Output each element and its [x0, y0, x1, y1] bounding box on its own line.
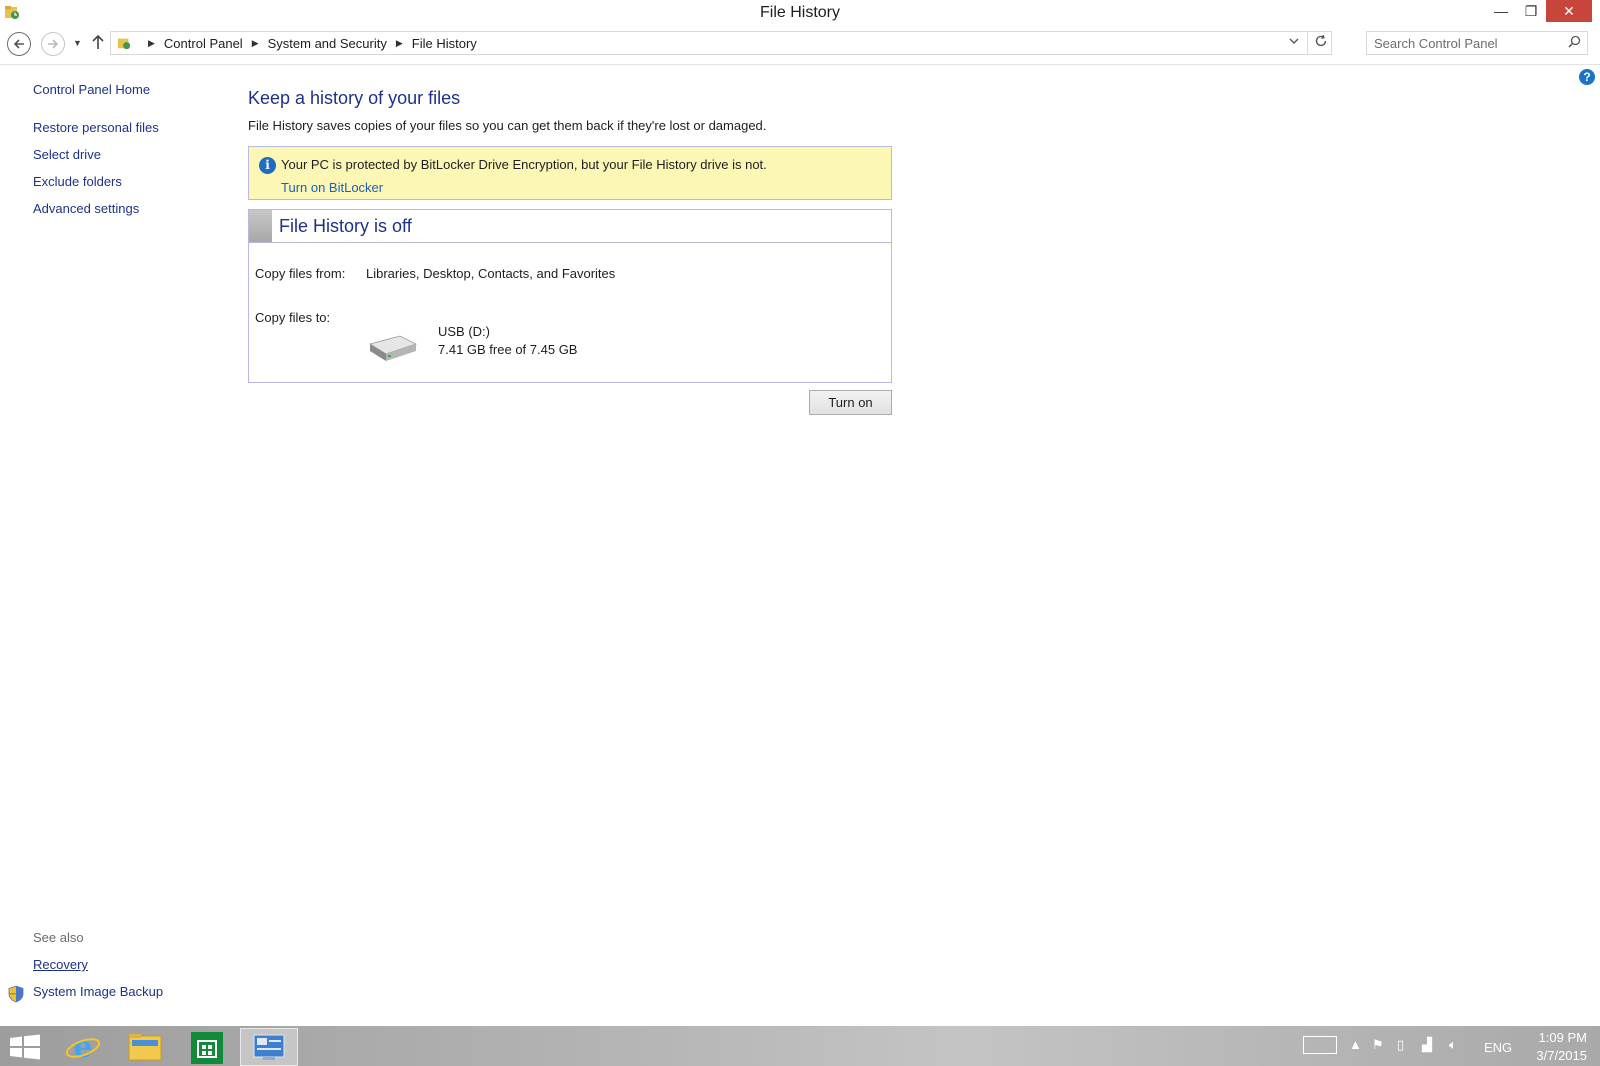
breadcrumb: ▶ Control Panel ▶ System and Security ▶ …	[139, 36, 477, 51]
clock-date[interactable]: 3/7/2015	[1521, 1048, 1587, 1063]
see-also-label: See also	[33, 930, 84, 945]
address-dropdown-chevron-icon[interactable]	[1289, 35, 1299, 49]
recent-locations-chevron-icon[interactable]: ▼	[73, 38, 82, 48]
see-also-section: See also Recovery System Image Backup	[33, 930, 233, 999]
task-links: Restore personal files Select drive Excl…	[33, 120, 233, 228]
breadcrumb-file-history[interactable]: File History	[412, 36, 477, 51]
turn-on-bitlocker-link[interactable]: Turn on BitLocker	[281, 180, 383, 195]
clock-time[interactable]: 1:09 PM	[1527, 1030, 1587, 1045]
close-button[interactable]: ✕	[1546, 0, 1592, 22]
search-box[interactable]	[1366, 31, 1588, 55]
maximize-button[interactable]: ❐	[1516, 0, 1546, 22]
info-icon: i	[259, 157, 276, 174]
main-content: Keep a history of your files File Histor…	[248, 88, 898, 415]
svg-text:e: e	[73, 1030, 92, 1065]
page-description: File History saves copies of your files …	[248, 118, 767, 133]
address-bar[interactable]: ▶ Control Panel ▶ System and Security ▶ …	[110, 31, 1332, 55]
drive-free-space: 7.41 GB free of 7.45 GB	[438, 342, 578, 357]
sidebar-item-restore-personal-files[interactable]: Restore personal files	[33, 120, 233, 147]
taskbar-internet-explorer[interactable]: e	[54, 1028, 112, 1066]
help-icon[interactable]: ?	[1579, 69, 1595, 85]
bitlocker-info-bar: i Your PC is protected by BitLocker Driv…	[248, 146, 892, 200]
sidebar-item-exclude-folders[interactable]: Exclude folders	[33, 174, 233, 201]
network-signal-icon[interactable]: ▟	[1422, 1037, 1432, 1053]
see-also-system-image-backup-link[interactable]: System Image Backup	[33, 984, 233, 999]
forward-arrow-icon	[48, 39, 59, 49]
copy-from-label: Copy files from:	[255, 266, 346, 281]
control-panel-home-link[interactable]: Control Panel Home	[33, 82, 233, 97]
uac-shield-icon	[8, 985, 24, 1003]
usb-drive-icon	[369, 335, 418, 361]
info-bar-message: Your PC is protected by BitLocker Drive …	[281, 157, 767, 172]
status-header: File History is off	[249, 210, 891, 243]
status-title: File History is off	[279, 216, 412, 236]
turn-on-button[interactable]: Turn on	[809, 390, 892, 415]
search-input[interactable]	[1367, 32, 1557, 54]
address-divider-line	[0, 64, 1600, 65]
drive-name: USB (D:)	[438, 324, 490, 339]
see-also-recovery-link[interactable]: Recovery	[33, 957, 233, 984]
file-explorer-icon	[128, 1034, 162, 1061]
breadcrumb-chevron-icon[interactable]: ▶	[148, 38, 155, 49]
copy-to-label: Copy files to:	[255, 310, 331, 325]
address-row: ▼ ▶ Control Panel ▶ System and Security …	[0, 28, 1600, 62]
taskbar-control-panel[interactable]	[240, 1028, 298, 1066]
control-panel-icon	[253, 1034, 285, 1060]
back-button[interactable]	[7, 32, 31, 56]
minimize-button[interactable]: —	[1486, 0, 1516, 22]
touch-keyboard-icon[interactable]	[1303, 1036, 1337, 1054]
internet-explorer-icon: e	[65, 1030, 101, 1065]
store-icon	[191, 1032, 223, 1064]
taskbar-store[interactable]	[178, 1028, 236, 1066]
left-navigation: Control Panel Home Restore personal file…	[33, 82, 233, 228]
search-icon[interactable]	[1568, 35, 1581, 51]
back-arrow-icon	[13, 39, 24, 49]
copy-from-value: Libraries, Desktop, Contacts, and Favori…	[366, 266, 616, 281]
file-history-status-panel: File History is off Copy files from: Lib…	[248, 209, 892, 383]
action-center-flag-icon[interactable]: ⚑	[1372, 1037, 1384, 1053]
title-bar: File History — ❐ ✕	[0, 0, 1600, 26]
taskbar-file-explorer[interactable]	[116, 1028, 174, 1066]
breadcrumb-system-and-security[interactable]: System and Security	[268, 36, 387, 51]
address-divider	[1307, 32, 1308, 54]
input-language-indicator[interactable]: ENG	[1484, 1040, 1512, 1055]
sidebar-item-advanced-settings[interactable]: Advanced settings	[33, 201, 233, 228]
show-hidden-icons-chevron-icon[interactable]: ▲	[1349, 1037, 1362, 1052]
refresh-icon[interactable]	[1314, 34, 1328, 51]
start-windows-icon[interactable]	[8, 1034, 42, 1060]
status-indicator	[249, 210, 272, 242]
up-arrow-icon[interactable]	[92, 34, 104, 55]
volume-icon[interactable]: 🔈︎	[1449, 1037, 1457, 1053]
taskbar: e ▲ ⚑ ▯ ▟ 🔈︎ ENG 1:09 PM 3/7/2015	[0, 1026, 1600, 1066]
location-folder-icon	[117, 38, 131, 50]
breadcrumb-chevron-icon[interactable]: ▶	[252, 38, 259, 49]
breadcrumb-control-panel[interactable]: Control Panel	[164, 36, 243, 51]
battery-icon[interactable]: ▯	[1397, 1037, 1404, 1053]
forward-button[interactable]	[41, 32, 65, 56]
breadcrumb-chevron-icon[interactable]: ▶	[396, 38, 403, 49]
sidebar-item-select-drive[interactable]: Select drive	[33, 147, 233, 174]
window-title: File History	[759, 4, 840, 21]
page-title: Keep a history of your files	[248, 88, 461, 108]
